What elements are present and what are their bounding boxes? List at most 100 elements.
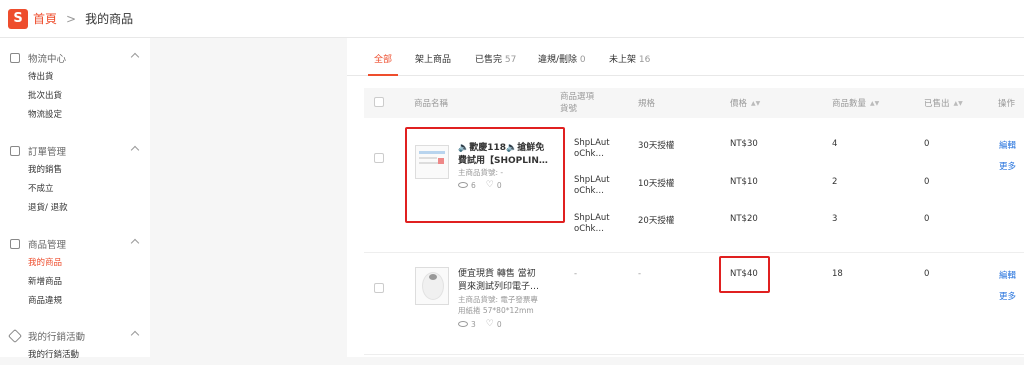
variant-sold: 0 (924, 139, 930, 149)
content-gutter (150, 38, 347, 357)
edit-link[interactable]: 編輯 (999, 139, 1016, 151)
table-header: 商品名稱 商品選項 貨號 規格 價格 ▲▼ 商品數量 ▲▼ 已售出 ▲▼ 操作 (364, 88, 1024, 118)
variant-sku: ShpLAut oChk… (574, 213, 610, 234)
sidebar-group-header[interactable]: 我的行銷活動 (0, 326, 150, 346)
sidebar-group-title: 商品管理 (28, 240, 67, 251)
product-thumbnail[interactable] (415, 267, 449, 305)
sidebar-item-cancelled[interactable]: 不成立 (0, 180, 150, 199)
more-link[interactable]: 更多 (999, 290, 1016, 302)
select-all-checkbox[interactable] (374, 97, 384, 107)
variant-sold: 0 (924, 177, 930, 187)
header-stock[interactable]: 商品數量 ▲▼ (832, 97, 879, 109)
variant-sold: 0 (924, 214, 930, 224)
header-sku: 貨號 (560, 104, 578, 114)
tab-violation[interactable]: 違規/刪除 0 (538, 52, 586, 65)
breadcrumb-separator-icon: > (66, 11, 77, 26)
status-tabs: 全部 架上商品 已售完 57 違規/刪除 0 未上架 16 (347, 38, 1024, 76)
variant-stock: 4 (832, 139, 838, 149)
chevron-up-icon[interactable] (130, 52, 140, 62)
top-bar: S 首頁 > 我的商品 (0, 0, 1024, 38)
shopee-logo-icon[interactable]: S (8, 8, 28, 29)
sidebar-group-marketing: 我的行銷活動 我的行銷活動 (0, 326, 150, 365)
product-stock: 18 (832, 269, 843, 279)
chevron-up-icon[interactable] (130, 238, 140, 248)
sort-icon[interactable]: ▲▼ (751, 100, 760, 107)
order-icon (10, 146, 20, 156)
tab-unlisted[interactable]: 未上架 16 (609, 52, 650, 65)
tab-live[interactable]: 架上商品 (415, 52, 451, 65)
sidebar-group-shipping: 物流中心 待出貨 批次出貨 物流設定 (0, 48, 150, 125)
sidebar-group-header[interactable]: 訂單管理 (0, 141, 150, 161)
tag-icon (7, 328, 23, 344)
product-list-panel: 全部 架上商品 已售完 57 違規/刪除 0 未上架 16 商品名稱 商品選項 … (347, 38, 1024, 357)
sidebar-group-title: 物流中心 (28, 54, 67, 65)
chevron-up-icon[interactable] (130, 145, 140, 155)
highlight-box-product (405, 127, 565, 223)
header-sold[interactable]: 已售出 ▲▼ (924, 97, 963, 109)
sidebar-item-my-sales[interactable]: 我的銷售 (0, 161, 150, 180)
heart-icon: ♡ (485, 319, 494, 329)
variant-price: NT$10 (730, 177, 758, 187)
sidebar-item-returns[interactable]: 退貨/ 退款 (0, 199, 150, 218)
like-count: 0 (496, 319, 502, 329)
header-stock-label: 商品數量 (832, 99, 867, 109)
tab-label: 架上商品 (415, 55, 452, 65)
variant-spec: 10天授權 (638, 179, 675, 189)
more-link[interactable]: 更多 (999, 160, 1016, 172)
shipping-icon (10, 53, 20, 63)
tab-label: 全部 (374, 55, 393, 65)
view-count: 3 (471, 319, 476, 329)
product-name-line1[interactable]: 便宜現貨 轉售 當初 (458, 268, 554, 281)
tab-label: 違規/刪除 (538, 55, 578, 65)
product-sold: 0 (924, 269, 930, 279)
sidebar-item-to-ship[interactable]: 待出貨 (0, 68, 150, 87)
variant-spec: 20天授權 (638, 216, 675, 226)
sidebar-group-header[interactable]: 商品管理 (0, 234, 150, 254)
breadcrumb-current: 我的商品 (85, 12, 134, 26)
row-checkbox[interactable] (374, 283, 384, 293)
row-divider (364, 354, 1024, 355)
sidebar-group-title: 訂單管理 (28, 147, 67, 158)
highlight-box-price (719, 256, 770, 293)
sort-icon[interactable]: ▲▼ (954, 100, 963, 107)
sidebar-group-header[interactable]: 物流中心 (0, 48, 150, 68)
sidebar-item-product-violations[interactable]: 商品違規 (0, 292, 150, 311)
header-price-label: 價格 (730, 99, 748, 109)
parent-sku-line1: 主商品貨號: 電子發票專 (458, 295, 538, 304)
chevron-up-icon[interactable] (130, 330, 140, 340)
row-checkbox[interactable] (374, 153, 384, 163)
tab-label: 未上架 (609, 55, 637, 65)
sidebar-item-shipping-settings[interactable]: 物流設定 (0, 106, 150, 125)
sidebar-item-mass-ship[interactable]: 批次出貨 (0, 87, 150, 106)
row-divider (364, 252, 1024, 253)
sidebar-group-products: 商品管理 我的商品 新增商品 商品違規 (0, 234, 150, 311)
eye-icon (458, 321, 468, 327)
variant-stock: 3 (832, 214, 838, 224)
sidebar-group-orders: 訂單管理 我的銷售 不成立 退貨/ 退款 (0, 141, 150, 218)
product-stats: 3 ♡ 0 (458, 319, 502, 329)
header-price[interactable]: 價格 ▲▼ (730, 97, 760, 109)
sidebar-item-add-product[interactable]: 新增商品 (0, 273, 150, 292)
product-icon (10, 239, 20, 249)
header-variant: 商品選項 (560, 92, 595, 102)
tab-all[interactable]: 全部 (374, 52, 392, 65)
edit-link[interactable]: 編輯 (999, 269, 1016, 281)
sidebar-item-my-campaigns[interactable]: 我的行銷活動 (0, 346, 150, 365)
variant-sku: ShpLAut oChk… (574, 138, 610, 159)
variant-sku: - (574, 269, 578, 279)
variant-spec: 30天授權 (638, 141, 675, 151)
tab-sold-out[interactable]: 已售完 57 (475, 52, 516, 65)
header-product-name: 商品名稱 (414, 99, 449, 109)
header-sold-label: 已售出 (924, 99, 950, 109)
product-name-line2[interactable]: 買來測試列印電子… (458, 281, 554, 294)
parent-sku-line2: 用紙捲 57*80*12mm (458, 306, 534, 315)
variant-price: NT$20 (730, 214, 758, 224)
header-spec: 規格 (638, 99, 656, 109)
breadcrumb-home[interactable]: 首頁 (33, 10, 57, 27)
variant-sku: ShpLAut oChk… (574, 175, 610, 196)
sidebar-item-my-products[interactable]: 我的商品 (0, 254, 150, 273)
sidebar-group-title: 我的行銷活動 (28, 332, 86, 343)
variant-stock: 2 (832, 177, 838, 187)
variant-price: NT$30 (730, 139, 758, 149)
sort-icon[interactable]: ▲▼ (870, 100, 879, 107)
